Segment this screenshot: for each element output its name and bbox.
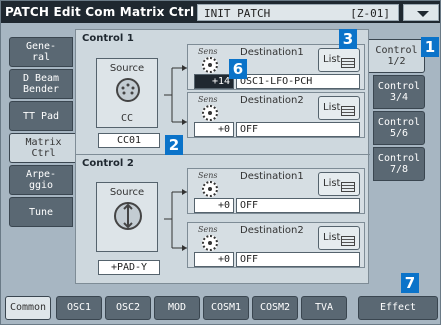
tab-effect[interactable]: Effect bbox=[358, 296, 438, 320]
control2-source-value[interactable]: +PAD-Y bbox=[98, 260, 160, 275]
list-icon bbox=[341, 106, 355, 116]
control2-destination2: Sens Destination2 +0 OFF List bbox=[187, 222, 365, 268]
control2-source-label: Source bbox=[109, 187, 145, 198]
sens-knob-icon[interactable] bbox=[202, 57, 218, 73]
tab-dbeam-bender-label: D Beam Bender bbox=[22, 73, 60, 95]
tab-control-7-8[interactable]: Control 7/8 bbox=[373, 147, 425, 181]
sens-label: Sens bbox=[198, 171, 218, 180]
destination2-label: Destination2 bbox=[240, 95, 304, 106]
control1-source-value[interactable]: CC01 bbox=[98, 133, 160, 148]
control1-connector-lines bbox=[164, 65, 187, 125]
callout-badge: 1 bbox=[421, 37, 439, 57]
sens-knob-icon[interactable] bbox=[202, 105, 218, 121]
tab-general-label: Gene- ral bbox=[25, 41, 57, 63]
sens-label: Sens bbox=[198, 95, 218, 104]
list-label: List bbox=[323, 178, 341, 189]
tab-dbeam-bender[interactable]: D Beam Bender bbox=[9, 69, 73, 99]
page-title: PATCH Edit Com Matrix Ctrl bbox=[5, 5, 195, 19]
control2-connector-lines bbox=[164, 189, 187, 251]
tab-control-7-8-label: Control 7/8 bbox=[377, 153, 421, 175]
tab-control-1-2[interactable]: Control 1/2 bbox=[369, 39, 425, 73]
control2-dest1-sens-value[interactable]: +0 bbox=[194, 198, 234, 213]
touch-pad-icon bbox=[114, 202, 142, 230]
sens-knob-icon[interactable] bbox=[202, 235, 218, 251]
tab-control-3-4[interactable]: Control 3/4 bbox=[373, 75, 425, 109]
control2-dest2-list-button[interactable]: List bbox=[318, 226, 360, 250]
control1-dest1-sens-value[interactable]: +14 bbox=[194, 74, 234, 89]
control1-dest2-sens-value[interactable]: +0 bbox=[194, 122, 234, 137]
tab-cosm2[interactable]: COSM2 bbox=[252, 296, 298, 320]
destination1-label: Destination1 bbox=[240, 171, 304, 182]
patch-name: INIT PATCH bbox=[204, 7, 271, 20]
sens-label: Sens bbox=[198, 225, 218, 234]
section-divider bbox=[76, 154, 370, 155]
midi-connector-icon bbox=[116, 78, 140, 102]
destination1-label: Destination1 bbox=[240, 47, 304, 58]
control1-dest2-list-button[interactable]: List bbox=[318, 96, 360, 120]
control2-source-box: Source bbox=[96, 182, 158, 252]
menu-dropdown-button[interactable] bbox=[403, 4, 439, 21]
list-label: List bbox=[323, 102, 341, 113]
control1-source-type: CC bbox=[120, 113, 134, 124]
list-icon bbox=[341, 58, 355, 68]
control1-destination1: Sens Destination1 +14 OSC1-LFO-PCH List bbox=[187, 44, 365, 90]
tab-cosm1[interactable]: COSM1 bbox=[203, 296, 249, 320]
tab-tt-pad-label: TT Pad bbox=[22, 110, 60, 122]
tab-control-5-6-label: Control 5/6 bbox=[377, 117, 421, 139]
control1-dest1-list-button[interactable]: List bbox=[318, 48, 360, 72]
control1-dest2-value[interactable]: OFF bbox=[236, 122, 360, 137]
callout-badge: 2 bbox=[165, 135, 183, 155]
tab-control-3-4-label: Control 3/4 bbox=[377, 81, 421, 103]
list-icon bbox=[341, 236, 355, 246]
control2-dest2-sens-value[interactable]: +0 bbox=[194, 252, 234, 267]
tab-general[interactable]: Gene- ral bbox=[9, 37, 73, 67]
list-label: List bbox=[323, 232, 341, 243]
control1-source-label: Source bbox=[109, 63, 145, 74]
patch-number: [Z-01] bbox=[350, 7, 390, 20]
callout-badge: 3 bbox=[339, 29, 357, 49]
destination2-label: Destination2 bbox=[240, 225, 304, 236]
sens-label: Sens bbox=[198, 47, 218, 56]
callout-badge: 6 bbox=[229, 59, 247, 79]
control2-dest2-value[interactable]: OFF bbox=[236, 252, 360, 267]
tab-arpeggio[interactable]: Arpe- ggio bbox=[9, 165, 73, 195]
control2-dest1-value[interactable]: OFF bbox=[236, 198, 360, 213]
control2-label: Control 2 bbox=[82, 158, 134, 169]
tab-osc1[interactable]: OSC1 bbox=[56, 296, 102, 320]
tab-osc2[interactable]: OSC2 bbox=[105, 296, 151, 320]
tab-tva[interactable]: TVA bbox=[301, 296, 347, 320]
tab-matrix-ctrl[interactable]: Matrix Ctrl bbox=[9, 133, 77, 163]
tab-mod[interactable]: MOD bbox=[154, 296, 200, 320]
control2-dest1-list-button[interactable]: List bbox=[318, 172, 360, 196]
tab-tune-label: Tune bbox=[28, 206, 54, 218]
callout-badge: 7 bbox=[401, 273, 419, 293]
tab-control-5-6[interactable]: Control 5/6 bbox=[373, 111, 425, 145]
control1-dest1-value[interactable]: OSC1-LFO-PCH bbox=[236, 74, 360, 89]
tab-arpeggio-label: Arpe- ggio bbox=[25, 169, 57, 191]
list-icon bbox=[341, 182, 355, 192]
patch-display: INIT PATCH [Z-01] bbox=[197, 4, 399, 21]
matrix-ctrl-panel: Control 1 Source CC CC01 Sens Destinatio… bbox=[75, 29, 370, 284]
list-label: List bbox=[323, 54, 341, 65]
title-bar: PATCH Edit Com Matrix Ctrl INIT PATCH [Z… bbox=[1, 1, 440, 23]
tab-matrix-ctrl-label: Matrix Ctrl bbox=[25, 137, 62, 159]
tab-tt-pad[interactable]: TT Pad bbox=[9, 101, 73, 131]
control1-destination2: Sens Destination2 +0 OFF List bbox=[187, 92, 365, 138]
tab-control-1-2-label: Control 1/2 bbox=[375, 45, 418, 67]
tab-tune[interactable]: Tune bbox=[9, 197, 73, 227]
sens-knob-icon[interactable] bbox=[202, 181, 218, 197]
control2-destination1: Sens Destination1 +0 OFF List bbox=[187, 168, 365, 214]
tab-common[interactable]: Common bbox=[5, 296, 51, 320]
patch-edit-screen: PATCH Edit Com Matrix Ctrl INIT PATCH [Z… bbox=[0, 0, 441, 325]
control1-source-box: Source CC bbox=[96, 58, 158, 128]
control1-label: Control 1 bbox=[82, 33, 134, 44]
